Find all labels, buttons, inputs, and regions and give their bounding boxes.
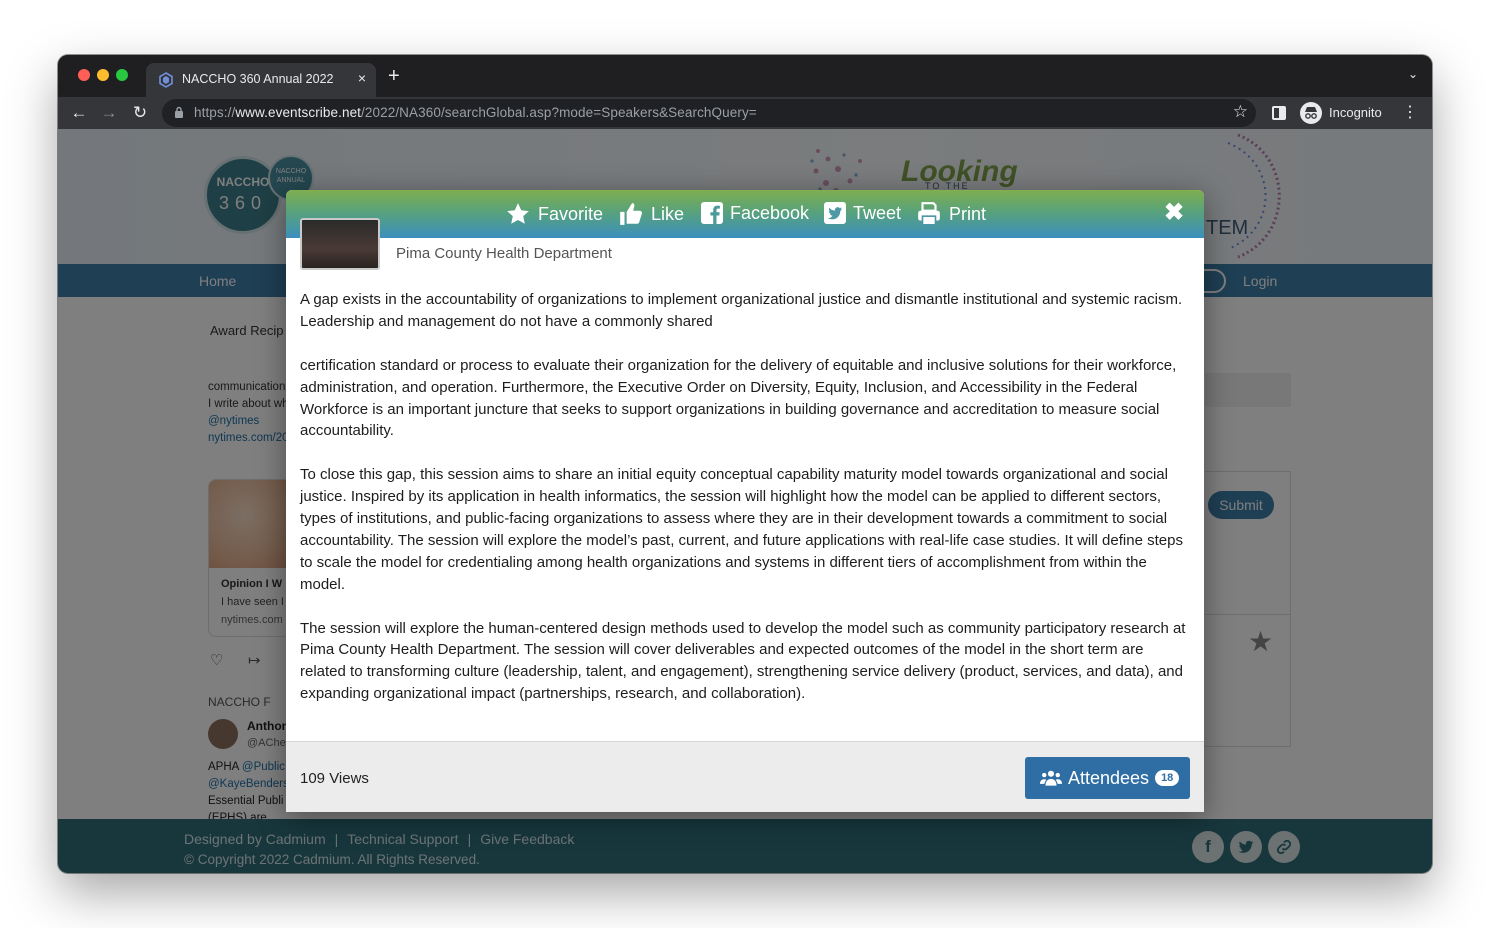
favorite-button[interactable]: Favorite [504, 201, 603, 227]
tab-strip: NACCHO 360 Annual 2022 × + ⌄ [58, 55, 1432, 97]
speaker-photo [300, 218, 380, 270]
attendees-count-badge: 18 [1155, 770, 1180, 786]
print-button[interactable]: Print [915, 201, 986, 227]
browser-tab-active[interactable]: NACCHO 360 Annual 2022 × [146, 63, 376, 97]
facebook-share-button[interactable]: Facebook [700, 201, 809, 225]
url-host: www.eventscribe.net [235, 105, 362, 120]
facebook-label: Facebook [730, 202, 810, 223]
tweet-button[interactable]: Tweet [823, 201, 901, 225]
incognito-icon[interactable] [1300, 102, 1322, 124]
site-favicon-icon [159, 72, 173, 88]
minimize-window-button[interactable] [97, 69, 109, 81]
facebook-icon [701, 202, 723, 224]
views-count: 109 Views [300, 770, 369, 787]
tab-close-icon[interactable]: × [358, 70, 366, 86]
favorite-label: Favorite [538, 203, 604, 224]
like-button[interactable]: Like [617, 201, 684, 227]
like-label: Like [651, 203, 685, 224]
back-icon[interactable]: ← [67, 101, 91, 125]
url-text: https://www.eventscribe.net/2022/NA360/s… [194, 105, 757, 120]
description-paragraph: The session will explore the human-cente… [300, 619, 1186, 703]
session-description: A gap exists in the accountability of or… [300, 289, 1193, 727]
modal-action-bar: Favorite Like Facebook Tweet Print ✖ [286, 190, 1204, 238]
address-bar[interactable]: https://www.eventscribe.net/2022/NA360/s… [162, 99, 1256, 127]
thumbs-up-icon [620, 203, 642, 225]
tweet-label: Tweet [853, 202, 902, 223]
browser-menu-icon[interactable]: ⋮ [1402, 102, 1418, 122]
attendees-label: Attendees [1068, 767, 1150, 788]
twitter-icon [824, 202, 846, 224]
description-paragraph: A gap exists in the accountability of or… [300, 291, 1183, 330]
url-prefix: https:// [194, 105, 236, 120]
modal-footer: 109 Views Attendees 18 [286, 741, 1204, 812]
tab-search-chevron-icon[interactable]: ⌄ [1408, 67, 1418, 81]
side-panel-icon[interactable] [1272, 106, 1286, 120]
new-tab-button[interactable]: + [388, 65, 400, 87]
profile-label[interactable]: Incognito [1329, 105, 1382, 120]
maximize-window-button[interactable] [116, 69, 128, 81]
forward-icon[interactable]: → [97, 101, 121, 125]
description-paragraph: certification standard or process to eva… [300, 356, 1177, 440]
users-icon [1040, 770, 1062, 786]
attendees-button[interactable]: Attendees 18 [1025, 757, 1190, 799]
speaker-organization: Pima County Health Department [396, 245, 612, 262]
reload-icon[interactable]: ↻ [128, 101, 152, 125]
lock-icon [175, 106, 183, 118]
close-icon[interactable]: ✖ [1164, 200, 1184, 226]
description-paragraph: To close this gap, this session aims to … [300, 466, 1183, 593]
print-icon [918, 202, 940, 226]
browser-toolbar: ← → ↻ https://www.eventscribe.net/2022/N… [58, 97, 1432, 129]
bookmark-star-icon[interactable]: ☆ [1233, 102, 1248, 122]
url-path: /2022/NA360/searchGlobal.asp?mode=Speake… [361, 105, 757, 120]
speaker-modal: Favorite Like Facebook Tweet Print ✖ Pim… [286, 190, 1204, 812]
tab-title: NACCHO 360 Annual 2022 [182, 72, 334, 86]
star-icon [507, 203, 529, 224]
print-label: Print [949, 203, 987, 224]
close-window-button[interactable] [78, 69, 90, 81]
